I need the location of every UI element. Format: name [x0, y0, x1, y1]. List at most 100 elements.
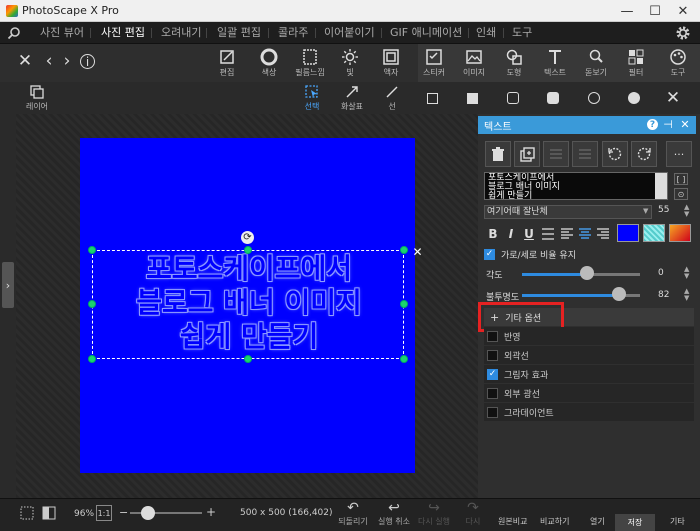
tool-text[interactable]: 텍스트 — [535, 46, 575, 80]
tool-color[interactable]: 색상 — [249, 46, 289, 80]
option-checkbox[interactable] — [487, 330, 498, 342]
gear-icon[interactable] — [675, 25, 691, 41]
tab-collage[interactable]: 콜라주 — [278, 24, 308, 42]
tool-tools[interactable]: 도구 — [658, 46, 698, 80]
layer-button[interactable]: 레이어 — [17, 82, 57, 114]
next-button[interactable]: › — [58, 51, 76, 71]
opacity-value[interactable]: 82 — [658, 290, 669, 300]
search-icon[interactable] — [7, 26, 21, 40]
zoom-one-to-one-button[interactable]: 1:1 — [96, 505, 112, 521]
option-reflection[interactable]: 반영 — [484, 327, 694, 345]
rotate-right-button[interactable] — [631, 141, 657, 167]
tab-batch[interactable]: 일괄 편집 — [217, 24, 261, 42]
resize-handle-top-right[interactable] — [400, 246, 408, 254]
resize-handle-bottom-right[interactable] — [400, 355, 408, 363]
close-button[interactable]: ✕ — [669, 0, 697, 22]
panel-close-icon[interactable]: ✕ — [679, 118, 691, 131]
tool-filter[interactable]: 필터 — [616, 46, 656, 80]
tool-shape[interactable]: 도형 — [494, 46, 534, 80]
keep-ratio-checkbox[interactable]: ✓ — [484, 248, 495, 260]
info-button[interactable]: i — [80, 54, 95, 69]
tool-light[interactable]: 빛 — [330, 46, 370, 80]
text-box-fit-button[interactable]: [ ] — [674, 173, 688, 185]
opacity-stepper[interactable]: ▲ ▼ — [684, 288, 689, 302]
tool-edit[interactable]: 편집 — [207, 46, 247, 80]
angle-stepper[interactable]: ▲ ▼ — [684, 266, 689, 280]
bold-button[interactable]: B — [484, 225, 502, 243]
resize-handle-top-left[interactable] — [88, 246, 96, 254]
zoom-slider-knob[interactable] — [141, 506, 155, 520]
keep-ratio-row[interactable]: ✓ 가로/세로 비율 유지 — [484, 245, 694, 263]
align-right-icon[interactable] — [596, 227, 610, 241]
option-outer-glow[interactable]: 외부 광선 — [484, 384, 694, 402]
send-backward-button[interactable] — [572, 141, 598, 167]
zoom-in-button[interactable]: + — [206, 505, 216, 519]
minimize-button[interactable]: — — [613, 0, 641, 22]
delete-text-button[interactable] — [485, 141, 511, 167]
rect-outline-shape[interactable] — [422, 88, 442, 108]
gradient-swatch[interactable] — [669, 224, 691, 242]
angle-slider-knob[interactable] — [580, 266, 594, 280]
angle-value[interactable]: 0 — [658, 268, 664, 278]
resize-handle-top[interactable] — [244, 246, 252, 254]
circle-filled-shape[interactable] — [624, 88, 644, 108]
rotate-left-button[interactable] — [602, 141, 628, 167]
delete-object-icon[interactable]: ✕ — [411, 245, 424, 259]
option-outline[interactable]: 외곽선 — [484, 346, 694, 364]
redo-button[interactable]: ↷ 다시 — [452, 500, 494, 530]
selection-box[interactable] — [92, 250, 404, 359]
italic-button[interactable]: I — [502, 225, 520, 243]
pattern-swatch[interactable] — [643, 224, 665, 242]
option-checkbox[interactable] — [487, 349, 498, 361]
open-button[interactable]: 열기 — [590, 516, 605, 530]
tab-cut-out[interactable]: 오려내기 — [161, 24, 201, 42]
tab-tools[interactable]: 도구 — [512, 24, 532, 42]
bring-forward-button[interactable] — [543, 141, 569, 167]
close-editor-button[interactable]: ✕ — [16, 51, 34, 71]
undo-button[interactable]: ↩ 실행 취소 — [373, 500, 415, 530]
zoom-percent[interactable]: 96% — [74, 509, 94, 519]
text-input[interactable]: 포토스케이프에서 블로그 배너 이미지 쉽게 만들기 — [484, 172, 668, 200]
rounded-filled-shape[interactable] — [543, 88, 563, 108]
more-button[interactable]: ··· — [666, 141, 692, 167]
font-size-value[interactable]: 55 — [658, 205, 669, 215]
revert-button[interactable]: ↶ 되돌리기 — [332, 500, 374, 530]
option-gradient[interactable]: 그라데이언트 — [484, 403, 694, 421]
resize-handle-bottom-left[interactable] — [88, 355, 96, 363]
grid-icon[interactable] — [20, 506, 34, 520]
prev-button[interactable]: ‹ — [40, 51, 58, 71]
strikethrough-icon[interactable] — [541, 227, 555, 241]
tool-sticker[interactable]: 스티커 — [414, 46, 454, 80]
tool-frame[interactable]: 액자 — [371, 46, 411, 80]
other-button[interactable]: 기타 — [670, 516, 685, 530]
tab-gif[interactable]: GIF 애니메이션 — [390, 24, 462, 42]
align-left-icon[interactable] — [560, 227, 574, 241]
text-color-swatch[interactable] — [617, 224, 639, 242]
rounded-outline-shape[interactable] — [503, 88, 523, 108]
left-panel-toggle[interactable]: › — [2, 262, 14, 308]
font-select[interactable]: 여기어때 잘난체 — [484, 205, 652, 219]
tool-magnifier[interactable]: 돋보기 — [576, 46, 616, 80]
option-checkbox[interactable]: ✓ — [487, 368, 498, 380]
help-icon[interactable]: ? — [647, 119, 658, 130]
close-shape-panel-button[interactable]: ✕ — [663, 88, 683, 108]
tab-photo-editor[interactable]: 사진 편집 — [101, 24, 145, 42]
compare-button[interactable]: 비교하기 — [540, 516, 569, 530]
tab-photo-viewer[interactable]: 사진 뷰어 — [40, 24, 84, 42]
font-dropdown-icon[interactable]: ▼ — [643, 207, 648, 215]
redo-all-button[interactable]: ↪ 다시 실행 — [413, 500, 455, 530]
pin-icon[interactable]: ⊣ — [662, 118, 674, 131]
tool-film[interactable]: 필름느낌 — [290, 46, 330, 80]
tab-combine[interactable]: 이어붙이기 — [324, 24, 375, 42]
text-input-scrollbar[interactable] — [655, 173, 667, 199]
maximize-button[interactable]: ☐ — [641, 0, 669, 22]
underline-button[interactable]: U — [520, 225, 538, 243]
split-view-icon[interactable] — [42, 506, 56, 520]
line-tool-button[interactable]: 선 — [372, 82, 412, 114]
select-tool-button[interactable]: 선택 — [292, 82, 332, 114]
arrow-tool-button[interactable]: 화살표 — [332, 82, 372, 114]
tool-image[interactable]: 이미지 — [454, 46, 494, 80]
rotate-handle-icon[interactable]: ⟳ — [241, 231, 254, 244]
tab-print[interactable]: 인쇄 — [476, 24, 496, 42]
resize-handle-left[interactable] — [88, 300, 96, 308]
